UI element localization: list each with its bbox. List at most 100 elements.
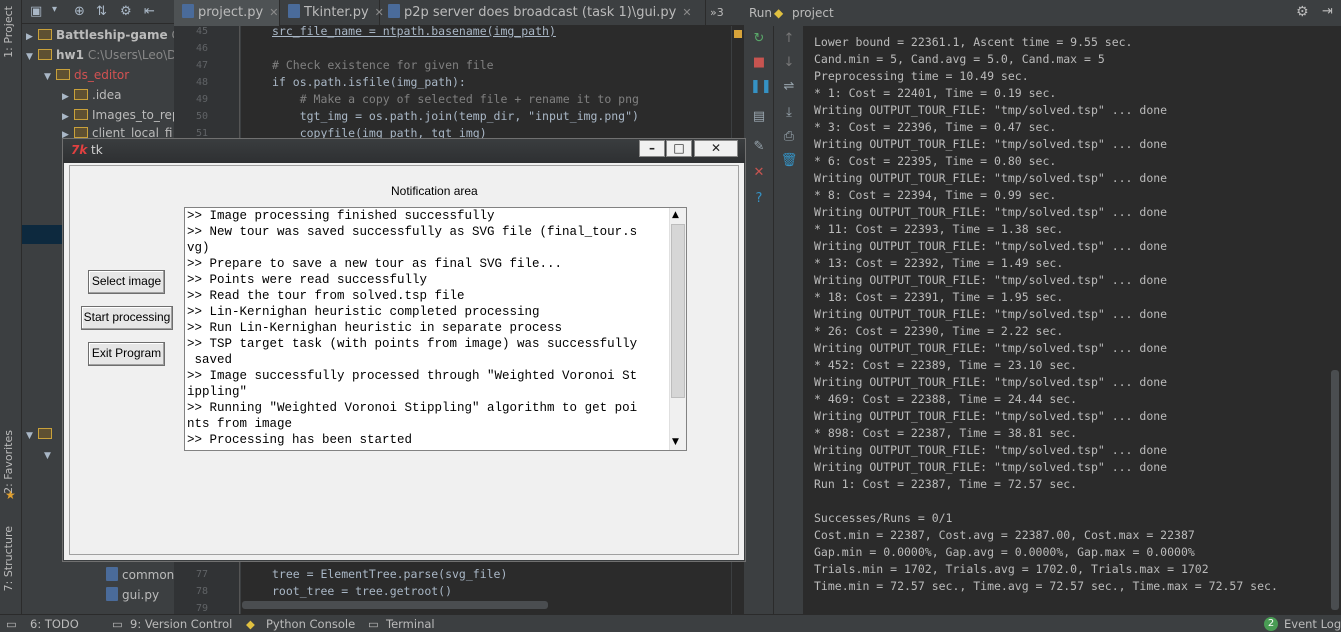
- console-line: * 3: Cost = 22396, Time = 0.47 sec.: [814, 120, 1057, 134]
- down-arrow-icon[interactable]: ↓: [780, 54, 798, 72]
- event-log-tool-button[interactable]: Event Log: [1284, 616, 1341, 632]
- pin-icon[interactable]: ✎: [750, 138, 768, 156]
- tree-item-battleship[interactable]: ▶Battleship-game C:: [26, 25, 184, 45]
- start-processing-button[interactable]: Start processing: [81, 306, 173, 330]
- console-line: * 1: Cost = 22401, Time = 0.19 sec.: [814, 86, 1057, 100]
- collapse-arrow-icon[interactable]: ▼: [26, 47, 38, 67]
- console-line: * 11: Cost = 22393, Time = 1.38 sec.: [814, 222, 1064, 236]
- tab-label: Tkinter.py: [304, 5, 369, 20]
- tree-item-collapsed[interactable]: ▼: [26, 424, 56, 444]
- editor-tab-project[interactable]: project.py ✕: [174, 0, 280, 26]
- select-image-button[interactable]: Select image: [88, 270, 165, 294]
- console-line: Lower bound = 22361.1, Ascent time = 9.5…: [814, 35, 1133, 49]
- console-line: Writing OUTPUT_TOUR_FILE: "tmp/solved.ts…: [814, 307, 1168, 321]
- tree-item-common[interactable]: common.: [106, 565, 178, 585]
- console-line: Successes/Runs = 0/1: [814, 511, 953, 525]
- clear-trash-icon[interactable]: 🗑: [780, 152, 798, 170]
- rerun-icon[interactable]: ↻: [750, 30, 768, 48]
- python-icon: ◆: [774, 6, 784, 20]
- tab-label: project.py: [198, 5, 264, 20]
- console-scrollbar[interactable]: [1331, 370, 1339, 610]
- tree-item-label: ds_editor: [74, 68, 130, 82]
- maximize-button[interactable]: □: [666, 140, 692, 157]
- close-window-button[interactable]: ✕: [694, 140, 738, 157]
- console-line: Writing OUTPUT_TOUR_FILE: "tmp/solved.ts…: [814, 137, 1168, 151]
- hide-panel-icon[interactable]: ⇥: [1322, 4, 1333, 19]
- folder-icon[interactable]: ▣: [30, 4, 42, 19]
- editor-tab-gui[interactable]: p2p server does broadcast (task 1)\gui.p…: [380, 0, 706, 26]
- console-line: Gap.min = 0.0000%, Gap.avg = 0.0000%, Ga…: [814, 545, 1195, 559]
- line-number: 49: [195, 94, 208, 105]
- hide-panel-icon[interactable]: ⇤: [144, 4, 155, 19]
- console-line: Writing OUTPUT_TOUR_FILE: "tmp/solved.ts…: [814, 239, 1168, 253]
- notification-line: >> TSP target task (with points from ima…: [187, 337, 638, 351]
- tab-structure[interactable]: 7: Structure: [2, 526, 15, 591]
- editor-tab-tkinter[interactable]: Tkinter.py ✕: [280, 0, 384, 26]
- up-arrow-icon[interactable]: ↑: [780, 30, 798, 48]
- todo-tool-button[interactable]: 6: TODO: [30, 616, 79, 632]
- help-icon[interactable]: ?: [750, 190, 768, 208]
- run-toolbar: ↻ ■ ❚❚ ▤ ✎ ✕ ?: [744, 26, 774, 614]
- close-icon[interactable]: ✕: [682, 6, 691, 19]
- expand-arrow-icon[interactable]: ▶: [26, 27, 38, 47]
- close-icon[interactable]: ✕: [269, 6, 278, 19]
- scroll-up-icon[interactable]: ▲: [672, 210, 679, 220]
- restore-layout-icon[interactable]: ▤: [750, 108, 768, 126]
- pause-icon[interactable]: ❚❚: [750, 78, 772, 96]
- code-comment: # Make a copy of selected file + rename …: [272, 92, 639, 106]
- editor-horizontal-scrollbar[interactable]: [242, 601, 548, 609]
- console-line: Preprocessing time = 10.49 sec.: [814, 69, 1029, 83]
- python-console-tool-button[interactable]: Python Console: [266, 616, 355, 632]
- version-control-tool-button[interactable]: 9: Version Control: [130, 616, 232, 632]
- collapse-all-icon[interactable]: ⇅: [96, 4, 107, 19]
- notification-line: >> Running "Weighted Voronoi Stippling" …: [187, 401, 638, 415]
- gear-icon[interactable]: ⚙: [1296, 4, 1309, 20]
- collapse-arrow-icon[interactable]: ▼: [44, 446, 56, 466]
- scroll-down-icon[interactable]: ▼: [672, 437, 679, 447]
- gear-icon[interactable]: ⚙: [120, 4, 132, 19]
- soft-wrap-icon[interactable]: ⇌: [780, 78, 798, 96]
- scroll-to-end-icon[interactable]: ⤓: [780, 104, 798, 122]
- tree-item-ds-editor[interactable]: ▼ ds_editor: [44, 65, 129, 85]
- scroll-from-source-icon[interactable]: ⊕: [74, 4, 85, 19]
- console-line: Writing OUTPUT_TOUR_FILE: "tmp/solved.ts…: [814, 273, 1168, 287]
- tree-item-hw1[interactable]: ▼ hw1 C:\Users\Leo\D: [26, 45, 176, 65]
- tab-favorites[interactable]: 2: Favorites: [2, 430, 15, 494]
- tree-item-images[interactable]: ▶ Images_to_rep: [62, 105, 180, 125]
- close-icon[interactable]: ✕: [750, 164, 768, 182]
- tab-project[interactable]: 1: Project: [2, 6, 15, 58]
- stop-icon[interactable]: ■: [750, 54, 768, 72]
- console-line: Cand.min = 5, Cand.avg = 5.0, Cand.max =…: [814, 52, 1105, 66]
- collapse-arrow-icon[interactable]: ▼: [44, 67, 56, 87]
- folder-icon: [38, 428, 52, 439]
- tk-titlebar[interactable]: 7k tk – □ ✕: [63, 139, 745, 163]
- tree-item-path: C:\Users\Leo\D: [87, 48, 177, 62]
- tree-item-collapsed-2[interactable]: ▼: [44, 444, 56, 464]
- dropdown-icon[interactable]: ▾: [52, 4, 57, 15]
- tree-item-label: .idea: [92, 88, 122, 102]
- exit-program-button[interactable]: Exit Program: [88, 342, 165, 366]
- console-line: Writing OUTPUT_TOUR_FILE: "tmp/solved.ts…: [814, 171, 1168, 185]
- tree-item-idea[interactable]: ▶ .idea: [62, 85, 122, 105]
- scrollbar-thumb[interactable]: [671, 224, 685, 398]
- collapse-arrow-icon[interactable]: ▼: [26, 426, 38, 446]
- tk-feather-icon: 7k: [71, 143, 88, 157]
- tab-label: p2p server does broadcast (task 1)\gui.p…: [404, 5, 677, 20]
- console-line: Writing OUTPUT_TOUR_FILE: "tmp/solved.ts…: [814, 443, 1168, 457]
- expand-arrow-icon[interactable]: ▶: [62, 87, 74, 107]
- tree-item-label: gui.py: [122, 588, 160, 602]
- print-icon[interactable]: ⎙: [780, 128, 798, 146]
- run-config-name[interactable]: project: [792, 6, 834, 20]
- console-line: Cost.min = 22387, Cost.avg = 22387.00, C…: [814, 528, 1195, 542]
- minimize-button[interactable]: –: [639, 140, 665, 157]
- warning-marker-icon[interactable]: [734, 30, 742, 38]
- tab-overflow-indicator[interactable]: »3: [710, 6, 724, 19]
- console-line: Writing OUTPUT_TOUR_FILE: "tmp/solved.ts…: [814, 375, 1168, 389]
- console-line: * 18: Cost = 22391, Time = 1.95 sec.: [814, 290, 1064, 304]
- folder-icon: [74, 127, 88, 138]
- notification-line: >> Points were read successfully: [187, 273, 428, 287]
- terminal-tool-button[interactable]: Terminal: [386, 616, 435, 632]
- notification-area-label: Notification area: [391, 184, 478, 198]
- line-number: 77: [195, 569, 208, 580]
- tree-item-gui[interactable]: gui.py: [106, 585, 159, 605]
